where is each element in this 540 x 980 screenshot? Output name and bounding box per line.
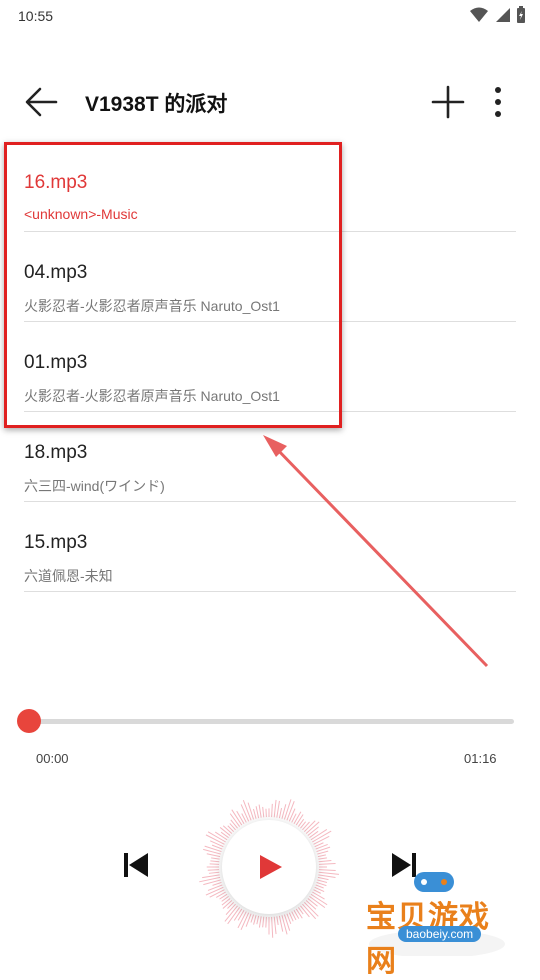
visualizer-tick <box>319 870 336 871</box>
visualizer-tick <box>211 858 219 859</box>
visualizer-tick <box>274 800 276 817</box>
previous-button[interactable] <box>120 850 152 880</box>
visualizer-tick <box>202 875 219 878</box>
visualizer-tick <box>210 861 219 862</box>
visualizer-tick <box>263 917 264 928</box>
visualizer-tick <box>208 885 222 890</box>
visualizer-tick <box>266 917 267 928</box>
visualizer-tick <box>256 806 259 818</box>
visualizer-tick <box>253 809 256 819</box>
visualizer-tick <box>208 870 219 871</box>
watermark-logo: 宝贝游戏网 baobeiy.com <box>362 866 512 956</box>
progress-knob[interactable] <box>17 709 41 733</box>
visualizer-tick <box>319 864 336 865</box>
visualizer-tick <box>318 855 326 857</box>
visualizer-tick <box>317 880 327 883</box>
visualizer-tick <box>248 803 253 820</box>
visualizer-tick <box>318 858 327 859</box>
visualizer-tick <box>259 805 261 818</box>
visualizer-tick <box>316 885 324 888</box>
visualizer-tick <box>263 807 264 817</box>
visualizer-tick <box>318 875 335 878</box>
visualizer-tick <box>254 915 256 924</box>
visualizer-tick <box>277 916 278 925</box>
visualizer-tick <box>259 916 261 927</box>
visualizer-tick <box>318 877 329 879</box>
total-time: 01:16 <box>464 751 497 766</box>
visualizer-tick <box>213 882 222 885</box>
visualizer-tick <box>277 801 280 818</box>
visualizer-tick <box>272 804 273 817</box>
watermark-url: baobeiy.com <box>398 926 481 942</box>
visualizer-tick <box>279 808 281 818</box>
progress-track[interactable] <box>28 719 514 724</box>
visualizer-tick <box>251 915 254 923</box>
visualizer-tick <box>272 917 273 938</box>
skip-previous-icon <box>120 850 152 880</box>
visualizer-tick <box>257 916 259 924</box>
visualizer-tick <box>284 799 291 819</box>
visualizer-tick <box>274 917 276 934</box>
visualizer-tick <box>207 854 220 857</box>
visualizer-tick <box>317 882 327 885</box>
visualizer-tick <box>319 860 332 861</box>
play-button[interactable] <box>222 820 316 914</box>
play-icon <box>222 820 316 914</box>
current-time: 00:00 <box>36 751 69 766</box>
visualizer-tick <box>209 872 219 873</box>
visualizer-tick <box>319 872 339 874</box>
visualizer-tick <box>317 851 328 854</box>
